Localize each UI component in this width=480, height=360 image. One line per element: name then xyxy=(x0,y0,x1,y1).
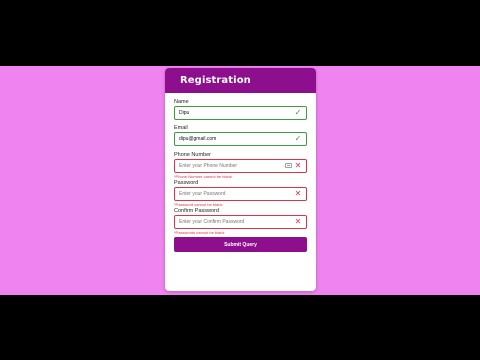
email-group: Email dipu@gmail.com ✓ xyxy=(174,125,307,146)
phone-label: Phone Number xyxy=(174,152,211,158)
name-field[interactable]: Dipu ✓ xyxy=(174,106,307,120)
password-error: *Password cannot be blank xyxy=(174,202,223,207)
form-title: Registration xyxy=(165,68,316,93)
name-group: Name Dipu ✓ xyxy=(174,99,307,120)
phone-error: *Phone Number cannot be blank xyxy=(174,174,232,179)
confirm-password-label: Confirm Password xyxy=(174,208,219,214)
registration-card: Registration Name Dipu ✓ Email dipu@gmai… xyxy=(165,68,316,291)
letterbox-top xyxy=(0,0,480,66)
registration-form: Name Dipu ✓ Email dipu@gmail.com ✓ Phone… xyxy=(165,99,316,252)
name-label: Name xyxy=(174,99,189,105)
confirm-password-group: Confirm Password ✕ *Passwords cannot be … xyxy=(174,208,307,235)
check-icon: ✓ xyxy=(294,134,302,143)
close-icon: ✕ xyxy=(294,161,302,170)
password-field[interactable]: ✕ xyxy=(174,187,307,201)
phone-input[interactable] xyxy=(179,160,277,172)
letterbox-bottom xyxy=(0,295,480,360)
email-input[interactable]: dipu@gmail.com xyxy=(179,133,277,145)
contact-card-icon xyxy=(285,163,292,168)
confirm-password-error: *Passwords cannot be blank xyxy=(174,230,225,235)
submit-button[interactable]: Submit Query xyxy=(174,237,307,252)
phone-group: Phone Number ✕ *Phone Number cannot be b… xyxy=(174,152,307,179)
close-icon: ✕ xyxy=(294,189,302,198)
password-group: Password ✕ *Password cannot be blank xyxy=(174,180,307,207)
confirm-password-input[interactable] xyxy=(179,216,277,228)
password-label: Password xyxy=(174,180,199,186)
password-input[interactable] xyxy=(179,188,277,200)
phone-field[interactable]: ✕ xyxy=(174,159,307,173)
check-icon: ✓ xyxy=(294,108,302,117)
email-label: Email xyxy=(174,125,188,131)
confirm-password-field[interactable]: ✕ xyxy=(174,215,307,229)
close-icon: ✕ xyxy=(294,217,302,226)
name-input[interactable]: Dipu xyxy=(179,107,277,119)
email-field[interactable]: dipu@gmail.com ✓ xyxy=(174,132,307,146)
